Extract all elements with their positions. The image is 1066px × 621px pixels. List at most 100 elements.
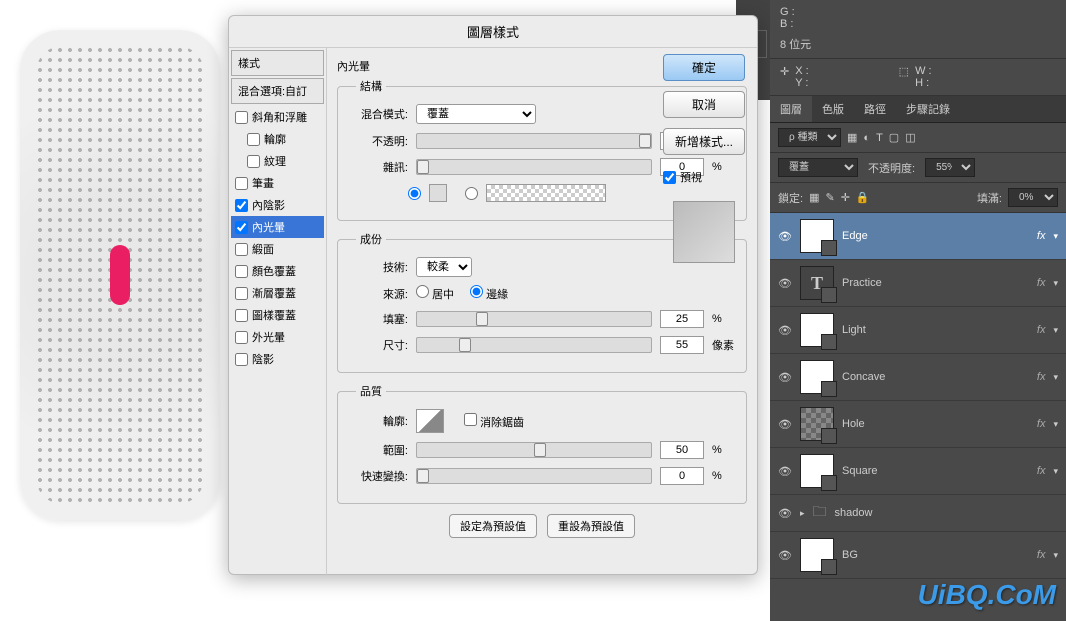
filter-shape-icon[interactable]: ▢ — [889, 131, 899, 144]
technique-select[interactable]: 較柔 — [416, 257, 472, 277]
kind-filter-select[interactable]: ρ 種類 — [778, 128, 841, 147]
tab-paths[interactable]: 路徑 — [854, 96, 896, 122]
anti-alias-checkbox[interactable] — [464, 413, 477, 426]
choke-slider[interactable] — [416, 311, 652, 327]
noise-slider[interactable] — [416, 159, 652, 175]
opacity-slider[interactable] — [416, 133, 652, 149]
style-stroke-checkbox[interactable] — [235, 177, 248, 190]
layer-thumb[interactable] — [800, 538, 834, 572]
lock-all-icon[interactable]: 🔒 — [856, 191, 870, 204]
preview-checkbox[interactable] — [663, 171, 676, 184]
chevron-down-icon[interactable]: ▾ — [1053, 278, 1058, 289]
visibility-icon[interactable]: 👁 — [778, 230, 792, 243]
fx-badge[interactable]: fx — [1037, 277, 1046, 289]
jitter-slider[interactable] — [416, 468, 652, 484]
filter-adjustment-icon[interactable]: ◐ — [863, 132, 870, 144]
layer-name[interactable]: Edge — [842, 230, 1029, 242]
chevron-down-icon[interactable]: ▾ — [1053, 550, 1058, 561]
blend-mode-select[interactable]: 覆蓋 — [416, 104, 536, 124]
layer-square[interactable]: 👁 Square fx▾ — [770, 448, 1066, 495]
range-input[interactable] — [660, 441, 704, 459]
chevron-down-icon[interactable]: ▾ — [1053, 466, 1058, 477]
style-color-overlay-checkbox[interactable] — [235, 265, 248, 278]
source-edge-option[interactable]: 邊緣 — [470, 285, 508, 302]
layer-thumb[interactable] — [800, 313, 834, 347]
style-stroke[interactable]: 筆畫 — [231, 172, 324, 194]
style-outer-glow-checkbox[interactable] — [235, 331, 248, 344]
filter-pixel-icon[interactable]: ▦ — [847, 131, 857, 144]
layer-thumb-text[interactable]: T — [800, 266, 834, 300]
ok-button[interactable]: 確定 — [663, 54, 745, 81]
style-inner-shadow-checkbox[interactable] — [235, 199, 248, 212]
fx-badge[interactable]: fx — [1037, 465, 1046, 477]
layer-opacity-select[interactable]: 55% — [925, 158, 975, 177]
layer-thumb[interactable] — [800, 360, 834, 394]
visibility-icon[interactable]: 👁 — [778, 549, 792, 562]
layer-name[interactable]: shadow — [835, 507, 1058, 519]
source-center-radio[interactable] — [416, 285, 429, 298]
layer-name[interactable]: Concave — [842, 371, 1029, 383]
reset-default-button[interactable]: 重設為預設值 — [547, 514, 635, 538]
chevron-down-icon[interactable]: ▾ — [1053, 325, 1058, 336]
fx-badge[interactable]: fx — [1037, 418, 1046, 430]
layer-light[interactable]: 👁 Light fx ▾ — [770, 307, 1066, 354]
size-input[interactable] — [660, 336, 704, 354]
style-inner-glow[interactable]: 內光暈 — [231, 216, 324, 238]
chevron-down-icon[interactable]: ▾ — [1053, 231, 1058, 242]
style-bevel[interactable]: 斜角和浮雕 — [231, 106, 324, 128]
style-satin-checkbox[interactable] — [235, 243, 248, 256]
cancel-button[interactable]: 取消 — [663, 91, 745, 118]
layer-hole[interactable]: 👁 Hole fx ▾ — [770, 401, 1066, 448]
blending-options-item[interactable]: 混合選項:自訂 — [231, 78, 324, 104]
style-drop-shadow[interactable]: 陰影 — [231, 348, 324, 370]
tab-history[interactable]: 步驟記錄 — [896, 96, 960, 122]
layer-name[interactable]: Light — [842, 324, 1029, 336]
layer-name[interactable]: Hole — [842, 418, 1029, 430]
layer-thumb[interactable] — [800, 407, 834, 441]
source-center-option[interactable]: 居中 — [416, 285, 454, 302]
style-bevel-checkbox[interactable] — [235, 111, 248, 124]
layer-edge[interactable]: 👁 Edge fx ▾ — [770, 213, 1066, 260]
tab-channels[interactable]: 色版 — [812, 96, 854, 122]
source-edge-radio[interactable] — [470, 285, 483, 298]
style-contour-checkbox[interactable] — [247, 133, 260, 146]
style-drop-shadow-checkbox[interactable] — [235, 353, 248, 366]
style-pattern-overlay[interactable]: 圖樣覆蓋 — [231, 304, 324, 326]
fx-badge[interactable]: fx — [1037, 324, 1046, 336]
fx-badge[interactable]: fx — [1037, 371, 1046, 383]
chevron-right-icon[interactable]: ▸ — [800, 508, 805, 519]
visibility-icon[interactable]: 👁 — [778, 324, 792, 337]
layer-blend-mode-select[interactable]: 覆蓋 — [778, 158, 858, 177]
style-satin[interactable]: 緞面 — [231, 238, 324, 260]
style-gradient-overlay[interactable]: 漸層覆蓋 — [231, 282, 324, 304]
style-inner-glow-checkbox[interactable] — [235, 221, 248, 234]
layer-name[interactable]: BG — [842, 549, 1029, 561]
jitter-input[interactable] — [660, 467, 704, 485]
make-default-button[interactable]: 設定為預設值 — [449, 514, 537, 538]
fx-badge[interactable]: fx — [1037, 230, 1046, 242]
visibility-icon[interactable]: 👁 — [778, 277, 792, 290]
style-texture[interactable]: 紋理 — [231, 150, 324, 172]
visibility-icon[interactable]: 👁 — [778, 418, 792, 431]
style-contour[interactable]: 輪廓 — [231, 128, 324, 150]
layer-thumb[interactable] — [800, 219, 834, 253]
size-slider[interactable] — [416, 337, 652, 353]
layer-thumb[interactable] — [800, 454, 834, 488]
layer-shadow-folder[interactable]: 👁 ▸ 🗀 shadow — [770, 495, 1066, 532]
layer-name[interactable]: Practice — [842, 277, 1029, 289]
layer-concave[interactable]: 👁 Concave fx▾ — [770, 354, 1066, 401]
fx-badge[interactable]: fx — [1037, 549, 1046, 561]
gradient-source-radio[interactable] — [465, 187, 478, 200]
visibility-icon[interactable]: 👁 — [778, 507, 792, 520]
range-slider[interactable] — [416, 442, 652, 458]
layer-fill-select[interactable]: 0% — [1008, 188, 1058, 207]
filter-text-icon[interactable]: T — [876, 132, 883, 144]
chevron-down-icon[interactable]: ▾ — [1053, 419, 1058, 430]
contour-picker[interactable] — [416, 409, 444, 433]
style-gradient-overlay-checkbox[interactable] — [235, 287, 248, 300]
style-inner-shadow[interactable]: 內陰影 — [231, 194, 324, 216]
layer-bg[interactable]: 👁 BG fx ▾ — [770, 532, 1066, 579]
visibility-icon[interactable]: 👁 — [778, 371, 792, 384]
anti-alias-option[interactable]: 消除鋸齒 — [464, 413, 524, 430]
styles-header[interactable]: 樣式 — [231, 50, 324, 76]
